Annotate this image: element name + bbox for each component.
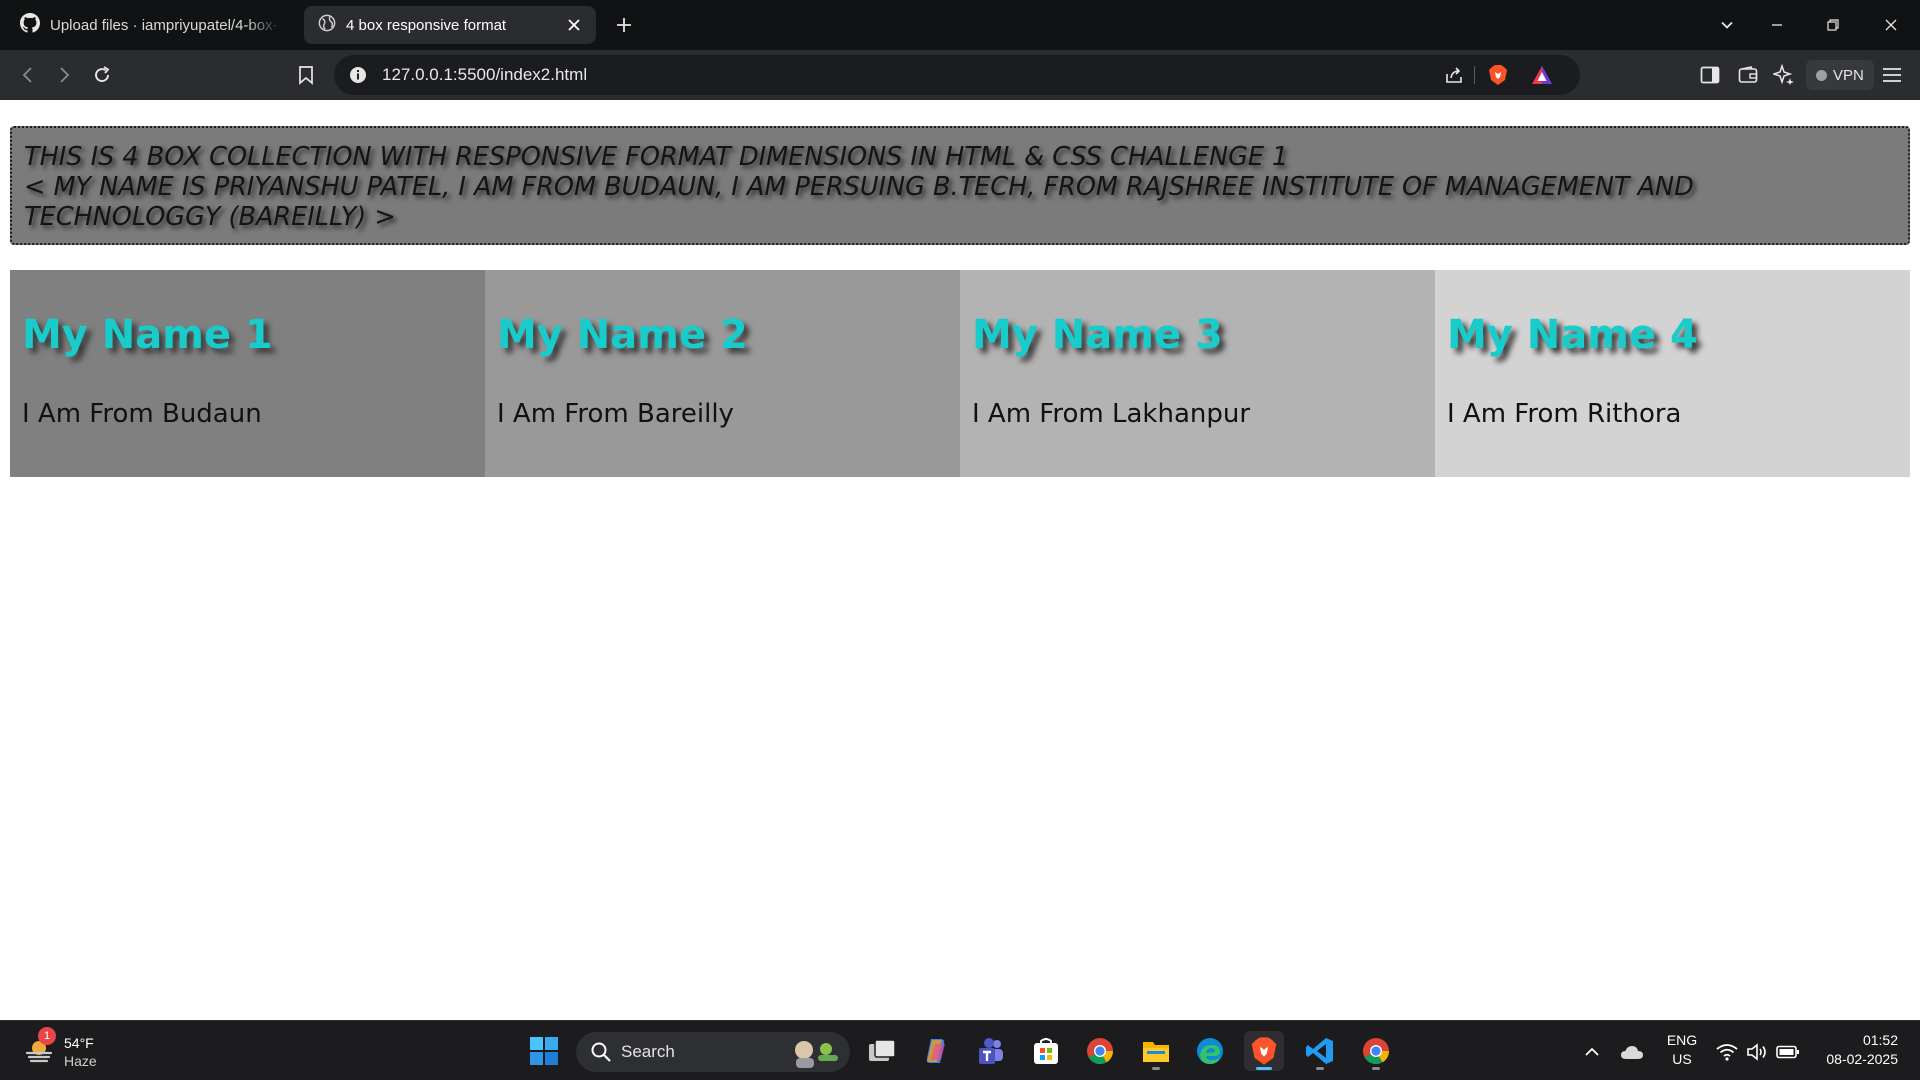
url-text[interactable]: 127.0.0.1:5500/index2.html — [382, 55, 587, 95]
box-3: My Name 3 I Am From Lakhanpur — [960, 270, 1435, 477]
wallet-icon[interactable] — [1734, 62, 1762, 88]
wifi-icon[interactable] — [1714, 1037, 1740, 1067]
box-heading: My Name 2 — [497, 312, 748, 358]
weather-badge: 1 — [38, 1027, 56, 1045]
onedrive-cloud-icon[interactable] — [1618, 1037, 1646, 1067]
box-heading: My Name 4 — [1447, 312, 1698, 358]
active-indicator — [1256, 1067, 1272, 1070]
volume-icon[interactable] — [1744, 1037, 1770, 1067]
weather-description: Haze — [64, 1053, 97, 1069]
box-text: I Am From Lakhanpur — [972, 399, 1251, 429]
search-icon — [590, 1041, 612, 1068]
tab-4-box-responsive-format[interactable]: 4 box responsive format — [304, 6, 596, 44]
brave-shields-icon[interactable] — [1486, 63, 1510, 87]
leo-ai-icon[interactable] — [1770, 62, 1798, 88]
vpn-status-icon — [1816, 69, 1827, 81]
page-viewport: THIS IS 4 BOX COLLECTION WITH RESPONSIVE… — [0, 100, 1920, 1020]
minimize-icon[interactable] — [1762, 10, 1792, 40]
github-icon — [20, 13, 40, 37]
system-clock[interactable]: 01:52 08-02-2025 — [1812, 1031, 1898, 1069]
box-heading: My Name 1 — [22, 312, 273, 358]
weather-widget[interactable]: 1 54°F Haze — [20, 1027, 110, 1073]
running-indicator — [1316, 1067, 1324, 1070]
windows-start-icon[interactable] — [524, 1031, 564, 1071]
microsoft-store-icon[interactable] — [1026, 1031, 1066, 1071]
brave-browser-icon[interactable] — [1244, 1031, 1284, 1071]
search-highlight-icon — [788, 1036, 844, 1073]
bookmark-icon[interactable] — [292, 62, 320, 88]
taskbar-search[interactable]: Search — [576, 1032, 850, 1072]
intro-banner: THIS IS 4 BOX COLLECTION WITH RESPONSIVE… — [10, 126, 1910, 245]
box-4: My Name 4 I Am From Rithora — [1435, 270, 1910, 477]
tab-title: Upload files · iampriyupatel/4-box-r — [50, 16, 280, 34]
language-code: ENG — [1666, 1032, 1698, 1048]
file-explorer-icon[interactable] — [1136, 1031, 1176, 1071]
search-label: Search — [621, 1042, 675, 1061]
tab-title: 4 box responsive format — [346, 16, 507, 34]
back-icon[interactable] — [14, 62, 42, 88]
running-indicator — [1152, 1067, 1160, 1070]
box-text: I Am From Rithora — [1447, 399, 1682, 429]
separator — [1474, 66, 1475, 84]
sidebar-icon[interactable] — [1696, 62, 1724, 88]
tab-upload-files[interactable]: Upload files · iampriyupatel/4-box-r — [8, 6, 298, 44]
vpn-label: VPN — [1833, 66, 1864, 84]
chrome-icon[interactable] — [1080, 1031, 1120, 1071]
globe-icon — [318, 14, 336, 36]
forward-icon[interactable] — [50, 62, 78, 88]
share-icon[interactable] — [1442, 63, 1466, 87]
box-2: My Name 2 I Am From Bareilly — [485, 270, 960, 477]
input-language[interactable]: ENG US — [1662, 1031, 1702, 1069]
new-tab-icon[interactable] — [612, 13, 636, 37]
browser-toolbar: 127.0.0.1:5500/index2.html VPN — [0, 50, 1920, 100]
address-bar[interactable]: 127.0.0.1:5500/index2.html — [334, 55, 1580, 95]
tab-search-chevron-down-icon[interactable] — [1712, 10, 1742, 40]
vscode-icon[interactable] — [1300, 1031, 1340, 1071]
restore-icon[interactable] — [1818, 10, 1848, 40]
close-icon[interactable] — [564, 15, 584, 35]
box-1: My Name 1 I Am From Budaun — [10, 270, 485, 477]
weather-temperature: 54°F — [64, 1035, 94, 1051]
copilot-icon[interactable] — [916, 1031, 956, 1071]
running-indicator — [1372, 1067, 1380, 1070]
box-text: I Am From Bareilly — [497, 399, 734, 429]
brave-rewards-icon[interactable] — [1530, 63, 1554, 87]
box-collection: My Name 1 I Am From Budaun My Name 2 I A… — [10, 270, 1910, 477]
intro-line-2: < MY NAME IS PRIYANSHU PATEL, I AM FROM … — [24, 172, 1694, 232]
box-text: I Am From Budaun — [22, 399, 262, 429]
chrome-icon[interactable] — [1356, 1031, 1396, 1071]
browser-tab-strip: Upload files · iampriyupatel/4-box-r 4 b… — [0, 0, 1920, 50]
vpn-button[interactable]: VPN — [1806, 60, 1874, 90]
clock-time: 01:52 — [1862, 1032, 1898, 1048]
site-info-icon[interactable] — [346, 63, 370, 87]
task-view-icon[interactable] — [862, 1031, 902, 1071]
edge-icon[interactable] — [1190, 1031, 1230, 1071]
intro-line-1: THIS IS 4 BOX COLLECTION WITH RESPONSIVE… — [24, 142, 1289, 172]
reload-icon[interactable] — [88, 62, 116, 88]
close-window-icon[interactable] — [1876, 10, 1906, 40]
menu-icon[interactable] — [1878, 62, 1906, 88]
windows-taskbar: 1 54°F Haze Search ENG US 01:52 08-02-20… — [0, 1020, 1920, 1080]
clock-date: 08-02-2025 — [1826, 1051, 1898, 1067]
teams-icon[interactable] — [970, 1031, 1010, 1071]
region-code: US — [1672, 1051, 1692, 1067]
chevron-up-icon[interactable] — [1580, 1037, 1604, 1067]
box-heading: My Name 3 — [972, 312, 1223, 358]
battery-icon[interactable] — [1774, 1037, 1802, 1067]
